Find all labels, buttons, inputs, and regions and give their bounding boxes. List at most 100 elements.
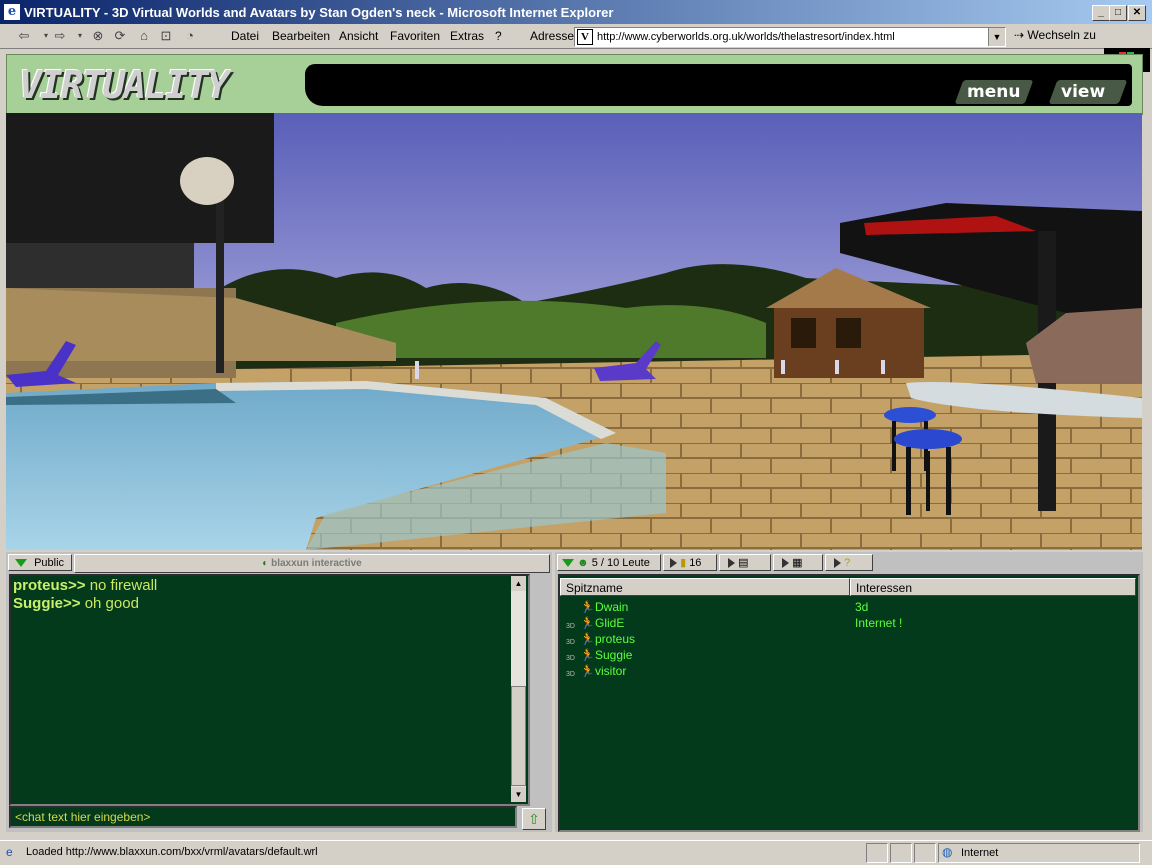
status-bar: e Loaded http://www.blaxxun.com/bxx/vrml… [0,840,1152,865]
notes-count: 16 [689,557,702,569]
menu-extras[interactable]: Extras [450,29,484,43]
view-nav-label: view [1061,82,1106,102]
forward-icon[interactable]: ⇨ [52,28,68,44]
3d-badge: 3D [566,623,575,630]
table-row[interactable]: 3D 🏃 Suggie [560,648,1130,664]
scroll-up-icon[interactable]: ▲ [511,576,526,591]
expand-icon [15,559,27,568]
blaxxun-logo-icon: ◐ [262,558,269,569]
chat-nick: Suggie>> [13,595,81,612]
menu-nav-button[interactable]: menu [954,80,1034,104]
tab-people[interactable]: ☻ 5 / 10 Leute [557,554,661,571]
address-dropdown-icon[interactable]: ▼ [988,28,1005,46]
chat-text: no firewall [89,577,158,594]
people-count: 5 / 10 Leute [591,557,650,569]
home-icon[interactable]: ⌂ [136,28,152,44]
chat-nick: proteus>> [13,577,86,594]
avatar-icon: 🏃 [580,648,595,662]
back-icon[interactable]: ⇦ [16,28,32,44]
table-row[interactable]: 3D 🏃 proteus [560,632,1130,648]
address-bar[interactable]: V ▼ [574,27,1006,47]
window-title: VIRTUALITY - 3D Virtual Worlds and Avata… [24,5,614,20]
status-cell [914,843,936,863]
refresh-icon[interactable]: ⟳ [112,28,128,44]
chat-log[interactable]: proteus>> no firewall Suggie>> oh good ▲… [9,574,530,806]
menu-favoriten[interactable]: Favoriten [390,29,440,43]
people-panel: ☻ 5 / 10 Leute ▮ 16 ▤ ▦ ? Spitzname Inte… [555,552,1143,832]
resort-pool-scene [6,113,1142,550]
note-icon: ▮ [680,557,687,569]
chat-message: Suggie>> oh good [13,595,526,612]
scroll-down-icon[interactable]: ▼ [511,787,526,802]
3d-badge: 3D [566,639,575,646]
chat-input[interactable] [9,806,517,828]
vrml-3d-viewport[interactable] [6,113,1142,550]
user-name: visitor [595,664,627,678]
tab-notes[interactable]: ▮ 16 [663,554,717,571]
column-header-nick[interactable]: Spitzname [560,578,850,596]
zone-label: Internet [961,847,999,859]
address-input[interactable] [597,28,977,46]
user-name: GlidE [595,616,625,630]
site-header: VIRTUALITY menu view [6,54,1143,115]
tab-help[interactable]: ? [825,554,873,571]
table-row[interactable]: 3D 🏃 visitor [560,664,1130,680]
status-cell [890,843,912,863]
map-icon: ▦ [792,557,803,569]
scroll-thumb[interactable] [511,686,526,786]
site-logo[interactable]: VIRTUALITY [19,63,230,107]
security-zone: ◍ Internet [938,843,1140,863]
menu-help[interactable]: ? [495,29,502,43]
menu-nav-label: menu [967,82,1021,102]
expand-icon [562,559,574,568]
chat-text: oh good [84,595,139,612]
send-button[interactable]: ⇧ [522,808,546,830]
tab-public[interactable]: Public [8,554,72,571]
go-arrow-icon: ⇢ [1014,28,1025,42]
table-row[interactable]: 3D 🏃 GlidE Internet ! [560,616,1130,632]
user-name: proteus [595,632,636,646]
user-interest: Internet ! [855,616,903,630]
go-button[interactable]: ⇢ Wechseln zu [1014,28,1096,42]
send-arrow-icon: ⇧ [528,811,540,827]
header-nav-bar: menu view [305,64,1132,106]
maximize-button[interactable]: □ [1109,5,1127,21]
user-name: Dwain [595,600,629,614]
blaxxun-brand: ◐ blaxxun interactive [74,554,550,573]
people-table[interactable]: Spitzname Interessen 🏃 Dwain 3d 3D 🏃 Gli… [558,574,1140,832]
page-status-icon: e [6,845,13,859]
address-label: Adresse [530,29,575,43]
search-icon[interactable]: ⊡ [158,28,174,44]
3d-badge: 3D [566,655,575,662]
play-icon [670,558,677,569]
chat-panel: Public ◐ blaxxun interactive proteus>> n… [6,552,552,832]
card-icon: ▤ [738,557,749,569]
go-label: Wechseln zu [1027,28,1096,42]
window-title-bar: e VIRTUALITY - 3D Virtual Worlds and Ava… [0,0,1152,24]
avatar-icon: 🏃 [580,632,595,646]
history-icon[interactable]: ◔ [182,28,198,44]
tab-cards[interactable]: ▤ [719,554,771,571]
menu-bearbeiten[interactable]: Bearbeiten [272,29,330,43]
menu-ansicht[interactable]: Ansicht [339,29,378,43]
user-interest: 3d [855,600,869,614]
avatar-icon: 🏃 [580,664,595,678]
user-name: Suggie [595,648,633,662]
close-button[interactable]: ✕ [1128,5,1146,21]
forward-dropdown-icon[interactable]: ▾ [72,28,88,44]
browser-toolbar: ⇦ ▾ ⇨ ▾ ⊗ ⟳ ⌂ ⊡ ◔ Datei Bearbeiten Ansic… [0,24,1152,72]
chat-scrollbar[interactable]: ▲ ▼ [511,576,526,802]
column-header-interests[interactable]: Interessen [850,578,1136,596]
tab-map[interactable]: ▦ [773,554,823,571]
person-icon: ☻ [577,557,589,569]
minimize-button[interactable]: _ [1092,5,1110,21]
avatar-icon: 🏃 [580,616,595,630]
page-icon: V [577,29,593,45]
view-nav-button[interactable]: view [1048,80,1128,104]
play-icon [728,558,735,569]
play-icon [782,558,789,569]
avatar-icon: 🏃 [580,600,595,614]
table-row[interactable]: 🏃 Dwain 3d [560,600,1130,616]
stop-icon[interactable]: ⊗ [90,28,106,44]
menu-datei[interactable]: Datei [231,29,259,43]
